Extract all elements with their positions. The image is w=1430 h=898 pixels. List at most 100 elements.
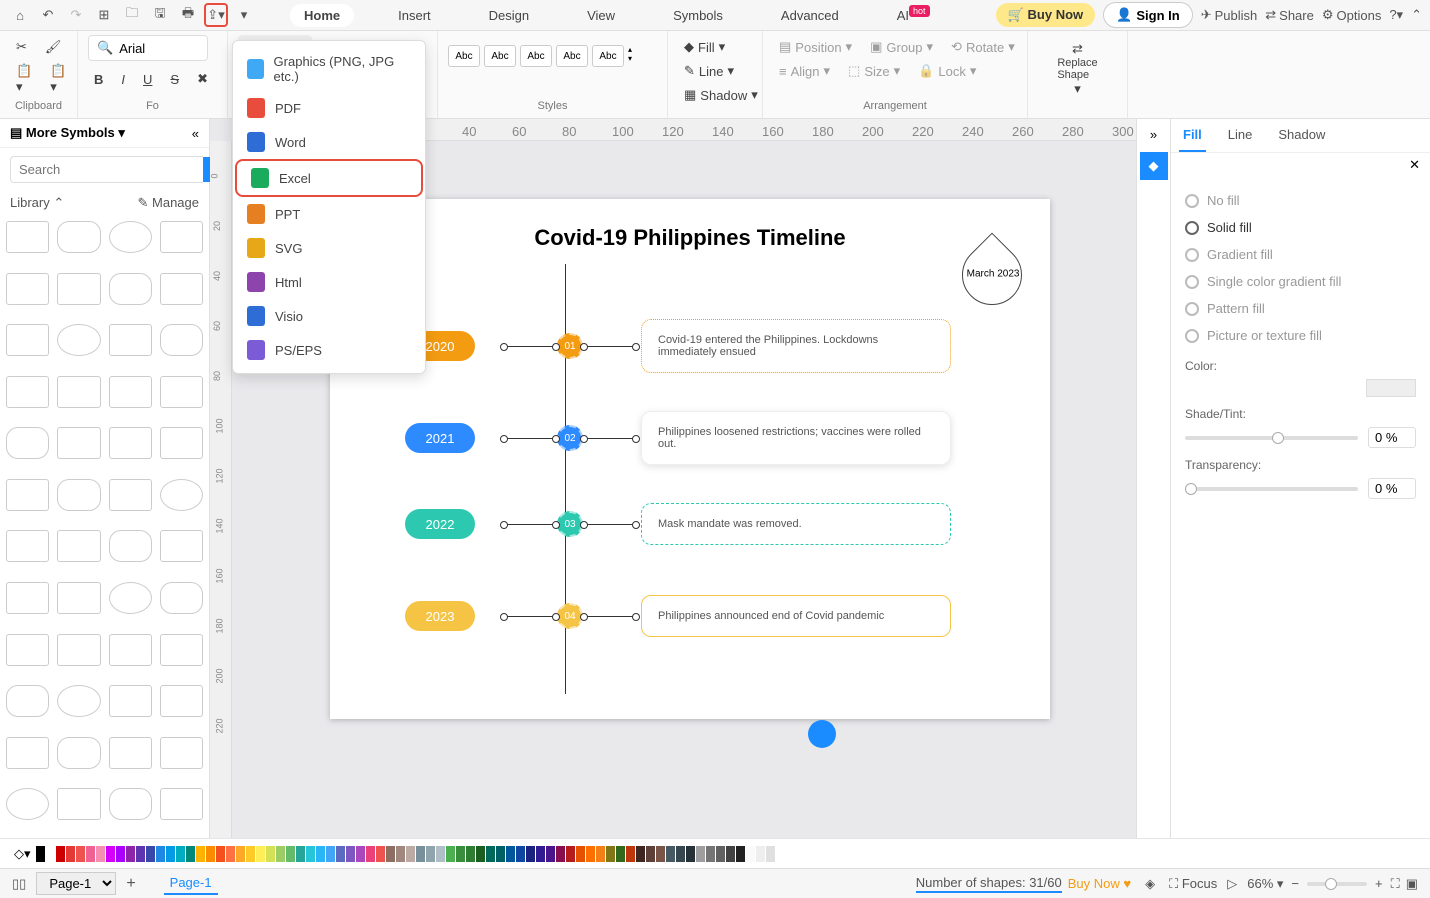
tab-insert[interactable]: Insert: [384, 4, 445, 27]
color-swatch[interactable]: [536, 846, 545, 862]
paste-icon[interactable]: 📋▾: [44, 59, 72, 99]
format-tab-fill[interactable]: Fill: [1179, 119, 1206, 152]
color-swatch[interactable]: [626, 846, 635, 862]
fit-icon[interactable]: ▣: [1406, 876, 1418, 892]
format-painter-icon[interactable]: 🖌: [39, 35, 68, 59]
color-swatch[interactable]: [666, 846, 675, 862]
redo-icon[interactable]: ↷: [64, 3, 88, 27]
color-swatch[interactable]: [596, 846, 605, 862]
shape-stencil[interactable]: [6, 634, 49, 666]
shape-stencil[interactable]: [57, 479, 100, 511]
fill-dropdown[interactable]: ◆ Fill ▾: [678, 35, 752, 59]
clear-format-icon[interactable]: ✖: [191, 67, 214, 91]
undo-icon[interactable]: ↶: [36, 3, 60, 27]
copy-icon[interactable]: 📋▾: [10, 59, 38, 99]
nofill-swatch[interactable]: ◇▾: [14, 846, 31, 862]
lock-dropdown[interactable]: 🔒 Lock▾: [912, 59, 982, 83]
shade-slider[interactable]: [1185, 436, 1358, 440]
color-swatch[interactable]: [676, 846, 685, 862]
shape-stencil[interactable]: [57, 273, 100, 305]
collapse-ribbon-icon[interactable]: ⌃: [1411, 7, 1422, 23]
page-title[interactable]: Covid-19 Philippines Timeline: [330, 225, 1050, 251]
color-swatch[interactable]: [476, 846, 485, 862]
color-swatch[interactable]: [86, 846, 95, 862]
cut-icon[interactable]: ✂: [10, 35, 33, 59]
tab-symbols[interactable]: Symbols: [659, 4, 737, 27]
export-item-ppt[interactable]: PPT: [233, 197, 425, 231]
shape-stencil[interactable]: [57, 530, 100, 562]
shapes-grid[interactable]: [0, 215, 209, 838]
close-panel-icon[interactable]: ✕: [1409, 157, 1420, 173]
shape-stencil[interactable]: [57, 685, 100, 717]
export-item-word[interactable]: Word: [233, 125, 425, 159]
color-swatch[interactable]: [746, 846, 755, 862]
shape-stencil[interactable]: [6, 685, 49, 717]
color-swatch[interactable]: [216, 846, 225, 862]
shape-stencil[interactable]: [109, 530, 152, 562]
zoom-slider[interactable]: [1307, 882, 1367, 886]
shape-stencil[interactable]: [109, 737, 152, 769]
color-swatch[interactable]: [186, 846, 195, 862]
color-swatch[interactable]: [696, 846, 705, 862]
help-icon[interactable]: ?▾: [1389, 7, 1403, 23]
color-swatch[interactable]: [306, 846, 315, 862]
publish-button[interactable]: ✈ Publish: [1201, 7, 1258, 23]
color-swatch[interactable]: [126, 846, 135, 862]
replace-shape-button[interactable]: ⇄Replace Shape ▾: [1038, 35, 1117, 103]
bold-icon[interactable]: B: [88, 67, 109, 91]
timeline-row[interactable]: 2020 01 Covid-19 entered the Philippines…: [405, 319, 951, 373]
style-swatch[interactable]: Abc: [592, 45, 624, 67]
shape-stencil[interactable]: [160, 324, 203, 356]
shape-stencil[interactable]: [57, 788, 100, 820]
color-swatch[interactable]: [616, 846, 625, 862]
font-family-input[interactable]: 🔍 Arial: [88, 35, 208, 61]
page-select[interactable]: Page-1: [36, 872, 116, 895]
color-swatch[interactable]: [116, 846, 125, 862]
shape-stencil[interactable]: [57, 376, 100, 408]
shape-stencil[interactable]: [109, 376, 152, 408]
shape-stencil[interactable]: [57, 221, 100, 253]
symbol-search-input[interactable]: [10, 156, 203, 183]
add-page-icon[interactable]: +: [126, 875, 135, 893]
color-swatch[interactable]: [736, 846, 745, 862]
shape-stencil[interactable]: [6, 221, 49, 253]
shadow-dropdown[interactable]: ▦ Shadow ▾: [678, 83, 752, 107]
tab-advanced[interactable]: Advanced: [767, 4, 853, 27]
shape-stencil[interactable]: [6, 376, 49, 408]
tab-ai[interactable]: AIhot: [883, 4, 944, 27]
fill-option[interactable]: Solid fill: [1185, 214, 1416, 241]
shape-stencil[interactable]: [160, 737, 203, 769]
shape-stencil[interactable]: [160, 530, 203, 562]
shape-stencil[interactable]: [160, 788, 203, 820]
shape-stencil[interactable]: [57, 634, 100, 666]
shape-stencil[interactable]: [109, 634, 152, 666]
color-swatch[interactable]: [66, 846, 75, 862]
style-swatch[interactable]: Abc: [556, 45, 588, 67]
expand-right-icon[interactable]: »: [1137, 119, 1170, 150]
export-item-pseps[interactable]: PS/EPS: [233, 333, 425, 367]
fullscreen-icon[interactable]: ⛶: [1391, 876, 1400, 892]
color-swatch[interactable]: [256, 846, 265, 862]
export-item-graphicspngjpgetc[interactable]: Graphics (PNG, JPG etc.): [233, 47, 425, 91]
style-swatch[interactable]: Abc: [484, 45, 516, 67]
color-swatch[interactable]: [416, 846, 425, 862]
shape-stencil[interactable]: [160, 427, 203, 459]
shape-stencil[interactable]: [6, 737, 49, 769]
shape-stencil[interactable]: [160, 273, 203, 305]
export-button[interactable]: ⇪▾: [204, 3, 228, 27]
options-button[interactable]: ⚙ Options: [1322, 7, 1381, 23]
color-swatch[interactable]: [576, 846, 585, 862]
more-icon[interactable]: ▾: [232, 3, 256, 27]
timeline-row[interactable]: 2021 02 Philippines loosened restriction…: [405, 411, 951, 465]
shape-stencil[interactable]: [6, 273, 49, 305]
tab-home[interactable]: Home: [290, 4, 354, 27]
zoom-out-icon[interactable]: −: [1291, 876, 1299, 891]
strike-icon[interactable]: S: [164, 67, 185, 91]
color-swatch[interactable]: [706, 846, 715, 862]
play-icon[interactable]: ▷: [1227, 876, 1237, 892]
color-swatch[interactable]: [76, 846, 85, 862]
color-swatch[interactable]: [396, 846, 405, 862]
style-swatch[interactable]: Abc: [448, 45, 480, 67]
shape-stencil[interactable]: [109, 582, 152, 614]
shape-stencil[interactable]: [6, 427, 49, 459]
